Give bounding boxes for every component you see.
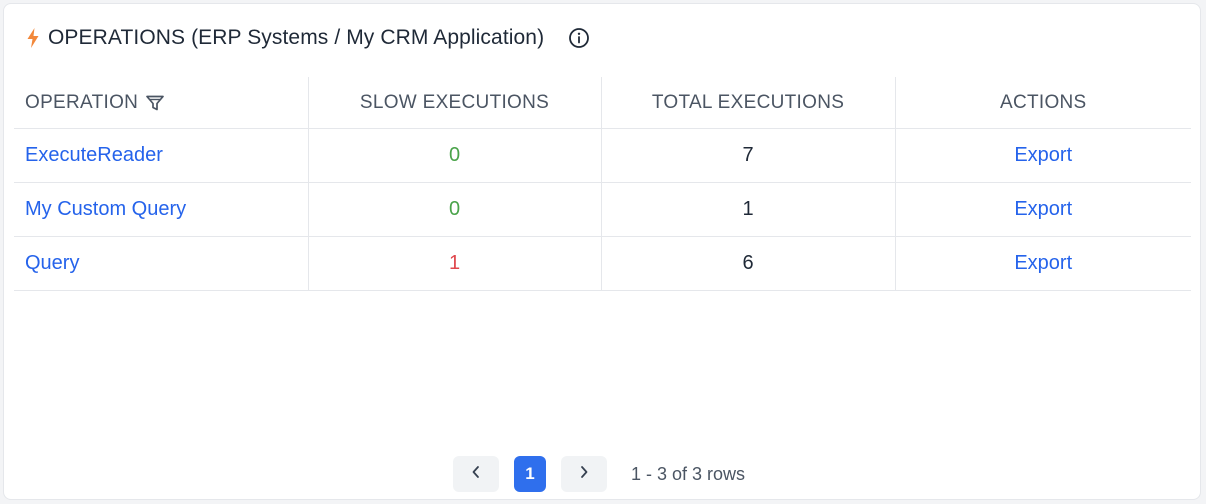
operations-table: OPERATION SLOW EXECUTIONS TOTAL EXECUTIO…	[14, 77, 1191, 291]
column-header-actions: ACTIONS	[894, 77, 1191, 129]
operation-link[interactable]: ExecuteReader	[25, 144, 163, 166]
column-header-slow-executions: SLOW EXECUTIONS	[307, 77, 601, 129]
chevron-right-icon	[578, 465, 590, 484]
export-link[interactable]: Export	[1014, 144, 1072, 166]
total-executions-cell: 1	[600, 182, 895, 237]
column-header-total-executions: TOTAL EXECUTIONS	[600, 77, 895, 129]
column-header-operation: OPERATION	[14, 77, 308, 129]
table-row: My Custom Query 0 1 Export	[14, 182, 1191, 237]
total-executions-cell: 6	[600, 236, 895, 291]
chevron-left-icon	[470, 465, 482, 484]
next-page-button[interactable]	[561, 456, 607, 492]
actions-cell: Export	[894, 236, 1191, 291]
widget-title: OPERATIONS (ERP Systems / My CRM Applica…	[48, 26, 545, 49]
table-row: Query 1 6 Export	[14, 236, 1191, 291]
slow-executions-cell: 0	[307, 128, 601, 183]
rows-summary: 1 - 3 of 3 rows	[631, 463, 746, 484]
operation-cell: ExecuteReader	[14, 128, 308, 183]
pagination: 1 1 - 3 of 3 rows	[453, 456, 745, 492]
slow-executions-cell: 0	[307, 182, 601, 237]
table-header-row: OPERATION SLOW EXECUTIONS TOTAL EXECUTIO…	[14, 77, 1191, 129]
export-link[interactable]: Export	[1014, 198, 1072, 220]
export-link[interactable]: Export	[1014, 252, 1072, 274]
lightning-bolt-icon	[26, 28, 40, 48]
operations-widget: OPERATIONS (ERP Systems / My CRM Applica…	[3, 3, 1201, 500]
table-row: ExecuteReader 0 7 Export	[14, 128, 1191, 183]
info-circle-icon[interactable]	[568, 27, 590, 49]
widget-header: OPERATIONS (ERP Systems / My CRM Applica…	[26, 24, 590, 52]
slow-executions-cell: 1	[307, 236, 601, 291]
page-button-current[interactable]: 1	[514, 456, 546, 492]
operation-link[interactable]: My Custom Query	[25, 198, 186, 220]
column-header-label: OPERATION	[25, 91, 139, 113]
total-executions-cell: 7	[600, 128, 895, 183]
previous-page-button[interactable]	[453, 456, 499, 492]
operation-cell: Query	[14, 236, 308, 291]
actions-cell: Export	[894, 182, 1191, 237]
operation-cell: My Custom Query	[14, 182, 308, 237]
operation-link[interactable]: Query	[25, 252, 79, 274]
actions-cell: Export	[894, 128, 1191, 183]
filter-funnel-icon[interactable]	[144, 92, 166, 114]
